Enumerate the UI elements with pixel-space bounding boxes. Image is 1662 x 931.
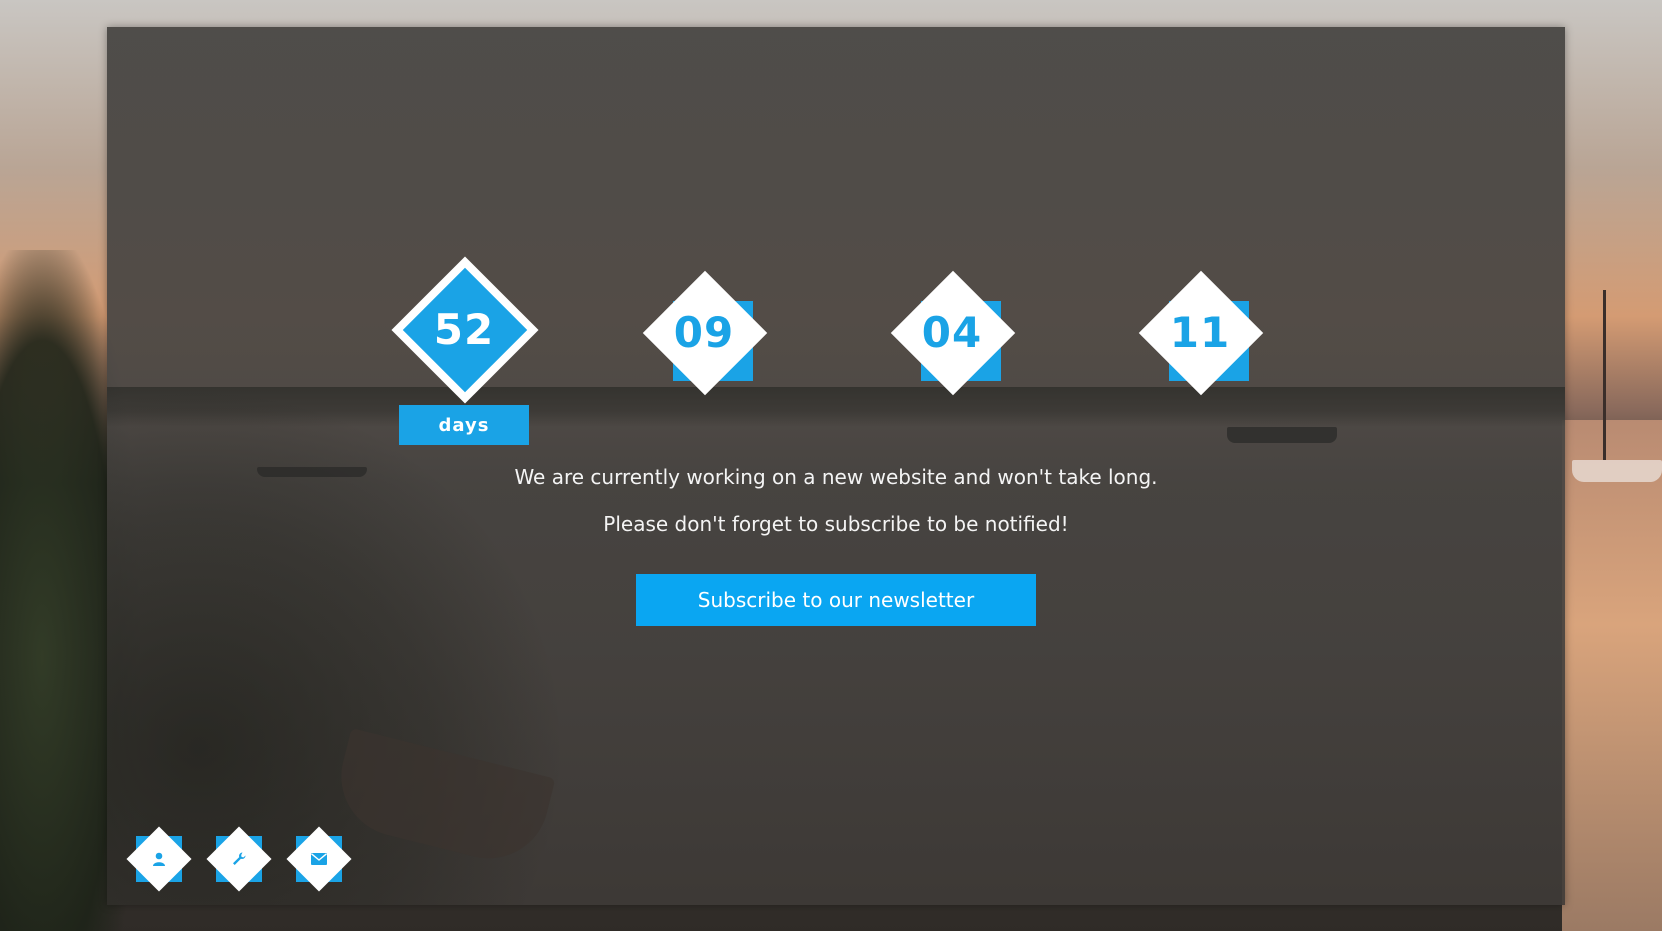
envelope-icon bbox=[283, 823, 355, 895]
message-line-2: Please don't forget to subscribe to be n… bbox=[603, 512, 1069, 536]
user-icon bbox=[123, 823, 195, 895]
background-water bbox=[1562, 420, 1662, 931]
panel-boat-small bbox=[1227, 427, 1337, 443]
countdown-minutes: 04 bbox=[887, 267, 1017, 397]
countdown-days-value: 52 bbox=[433, 304, 495, 354]
countdown-seconds-value: 11 bbox=[1169, 307, 1231, 357]
countdown-days: 52 bbox=[399, 264, 529, 394]
countdown-days-label: days bbox=[399, 405, 529, 445]
social-user-button[interactable] bbox=[123, 823, 195, 895]
background-sailboat bbox=[1572, 460, 1662, 482]
message-line-1: We are currently working on a new websit… bbox=[514, 465, 1158, 489]
social-email-button[interactable] bbox=[283, 823, 355, 895]
background-sailboat-mast bbox=[1603, 290, 1606, 460]
countdown-hours: 09 bbox=[639, 267, 769, 397]
wrench-icon bbox=[203, 823, 275, 895]
countdown-minutes-value: 04 bbox=[921, 307, 983, 357]
countdown-seconds: 11 bbox=[1135, 267, 1265, 397]
countdown-hours-value: 09 bbox=[673, 307, 735, 357]
social-settings-button[interactable] bbox=[203, 823, 275, 895]
subscribe-newsletter-button[interactable]: Subscribe to our newsletter bbox=[636, 574, 1036, 626]
main-panel: 52 days 09 04 11 We are currently workin… bbox=[107, 27, 1565, 905]
